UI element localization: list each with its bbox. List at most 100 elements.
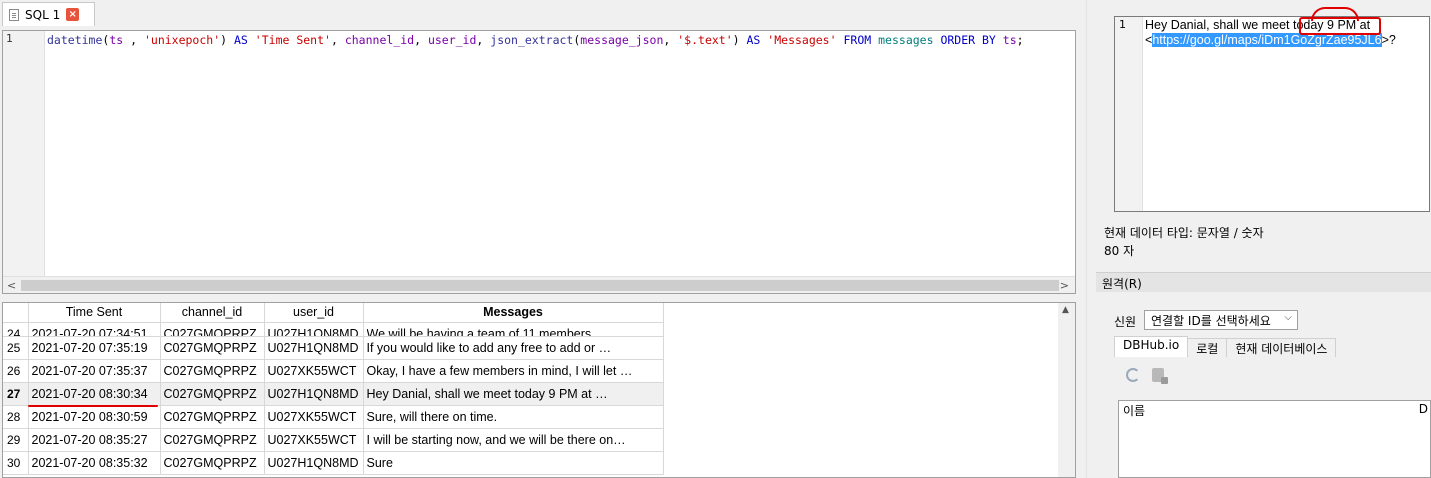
document-icon — [9, 8, 19, 21]
scrollbar-thumb[interactable] — [21, 280, 1059, 291]
cell-user-id[interactable]: U027XK55WCT — [264, 428, 364, 452]
sql-token: , — [414, 33, 428, 47]
scroll-left-icon[interactable]: < — [7, 279, 16, 292]
cell-user-id[interactable]: U027H1QN8MD — [264, 451, 364, 475]
sql-token: , — [123, 33, 144, 47]
tab-label: SQL 1 — [25, 7, 61, 22]
sql-editor[interactable]: 1 datetime(ts , 'unixepoch') AS 'Time Se… — [2, 30, 1076, 294]
sql-token: channel_id — [344, 33, 415, 47]
cell-value-editor[interactable]: 1 Hey Danial, shall we meet today 9 PM a… — [1114, 7, 1430, 212]
results-grid[interactable]: Time Sent channel_id user_id Messages 24… — [2, 302, 1076, 478]
sql-token: ; — [1016, 33, 1024, 47]
table-row[interactable]: 30 2021-07-20 08:35:32 C027GMQPRPZ U027H… — [3, 451, 664, 475]
scroll-right-icon[interactable]: > — [1060, 279, 1069, 292]
cell-message[interactable]: Sure — [363, 451, 664, 475]
sql-token: 'Time Sent' — [254, 33, 331, 47]
cell-message[interactable]: I will be starting now, and we will be t… — [363, 428, 664, 452]
chevron-down-icon: ⌵ — [1284, 312, 1292, 323]
results-table: Time Sent channel_id user_id Messages 24… — [3, 303, 664, 475]
sql-token: message_json — [580, 33, 664, 47]
cell-message[interactable]: Hey Danial, shall we meet today 9 PM at … — [363, 382, 664, 406]
tab-current-database[interactable]: 현재 데이터베이스 — [1226, 338, 1337, 357]
identity-select[interactable]: 연결할 ID를 선택하세요 ⌵ — [1144, 310, 1298, 330]
remote-panel-header[interactable]: 원격(R) — [1096, 272, 1431, 292]
row-number: 26 — [3, 359, 29, 383]
column-header-user-id[interactable]: user_id — [264, 303, 364, 323]
cell-time-sent[interactable]: 2021-07-20 08:30:34 — [28, 382, 161, 406]
column-header-channel-id[interactable]: channel_id — [160, 303, 265, 323]
sql-token: messages — [878, 33, 934, 47]
cell-text-line-2: <https://goo.gl/maps/iDm1GoZgrZae95JL6>? — [1145, 33, 1396, 47]
cell-channel-id[interactable]: C027GMQPRPZ — [160, 405, 265, 429]
tab-local[interactable]: 로컬 — [1187, 338, 1228, 357]
results-vertical-scrollbar[interactable]: ▲ — [1058, 303, 1075, 477]
cell-time-sent[interactable]: 2021-07-20 07:35:19 — [28, 336, 161, 360]
cell-message[interactable]: We will be having a team of 11 members … — [363, 322, 664, 337]
refresh-icon[interactable] — [1126, 368, 1140, 382]
identity-label: 신원 — [1114, 315, 1137, 329]
cell-user-id[interactable]: U027XK55WCT — [264, 405, 364, 429]
sql-token: ORDER BY — [940, 33, 996, 47]
data-type-label: 현재 데이터 타입: 문자열 / 숫자 — [1104, 226, 1264, 240]
row-number: 27 — [3, 382, 29, 406]
row-number: 25 — [3, 336, 29, 360]
table-row[interactable]: 29 2021-07-20 08:35:27 C027GMQPRPZ U027X… — [3, 428, 664, 452]
sql-token: 'unixepoch' — [143, 33, 221, 47]
sql-token: ts — [109, 33, 124, 47]
database-clone-icon[interactable] — [1152, 368, 1168, 384]
cell-time-sent[interactable]: 2021-07-20 08:35:27 — [28, 428, 161, 452]
cell-time-sent[interactable]: 2021-07-20 07:35:37 — [28, 359, 161, 383]
table-row[interactable]: 24 2021-07-20 07:34:51 C027GMQPRPZ U027H… — [3, 322, 664, 337]
cell-message[interactable]: Sure, will there on time. — [363, 405, 664, 429]
sql-token: AS — [746, 33, 761, 47]
cell-time-sent[interactable]: 2021-07-20 08:35:32 — [28, 451, 161, 475]
annotation-underline — [28, 405, 158, 407]
cell-channel-id[interactable]: C027GMQPRPZ — [160, 382, 265, 406]
selected-url[interactable]: https://goo.gl/maps/iDm1GoZgrZae95JL6 — [1152, 33, 1382, 47]
cell-channel-id[interactable]: C027GMQPRPZ — [160, 322, 265, 337]
cell-message[interactable]: If you would like to add any free to add… — [363, 336, 664, 360]
cell-user-id[interactable]: U027H1QN8MD — [264, 336, 364, 360]
column-header-2[interactable]: D — [1419, 402, 1428, 416]
remote-list[interactable]: 이름 D — [1118, 400, 1431, 478]
row-number: 24 — [3, 322, 29, 337]
scroll-up-icon[interactable]: ▲ — [1062, 305, 1069, 315]
sql-token: ts — [1002, 33, 1017, 47]
cell-user-id[interactable]: U027H1QN8MD — [264, 322, 364, 337]
sql-token: FROM — [843, 33, 872, 47]
row-number-header — [3, 303, 29, 323]
cell-channel-id[interactable]: C027GMQPRPZ — [160, 428, 265, 452]
cell-user-id[interactable]: U027H1QN8MD — [264, 382, 364, 406]
table-row[interactable]: 25 2021-07-20 07:35:19 C027GMQPRPZ U027H… — [3, 336, 664, 360]
sql-code[interactable]: datetime(ts , 'unixepoch') AS 'Time Sent… — [47, 33, 1024, 48]
panel-divider[interactable] — [1086, 0, 1087, 478]
row-number: 30 — [3, 451, 29, 475]
sql-token: , — [330, 33, 345, 47]
sql-token: ) — [732, 33, 747, 47]
table-row[interactable]: 26 2021-07-20 07:35:37 C027GMQPRPZ U027X… — [3, 359, 664, 383]
table-row-selected[interactable]: 27 2021-07-20 08:30:34 C027GMQPRPZ U027H… — [3, 382, 664, 406]
column-header-messages[interactable]: Messages — [363, 303, 664, 323]
remote-toolbar — [1126, 368, 1168, 384]
table-row[interactable]: 28 2021-07-20 08:30:59 C027GMQPRPZ U027X… — [3, 405, 664, 429]
identity-select-value: 연결할 ID를 선택하세요 — [1151, 314, 1271, 328]
cell-channel-id[interactable]: C027GMQPRPZ — [160, 359, 265, 383]
tab-dbhub[interactable]: DBHub.io — [1114, 336, 1189, 357]
cell-channel-id[interactable]: C027GMQPRPZ — [160, 336, 265, 360]
cell-user-id[interactable]: U027XK55WCT — [264, 359, 364, 383]
editor-horizontal-scrollbar[interactable]: < > — [3, 276, 1075, 293]
cell-time-sent[interactable]: 2021-07-20 07:34:51 — [28, 322, 161, 337]
tab-sql-1[interactable]: SQL 1 × — [2, 2, 95, 26]
column-header-name[interactable]: 이름 — [1123, 402, 1145, 419]
cell-time-sent[interactable]: 2021-07-20 08:30:59 — [28, 405, 161, 429]
sql-token: datetime — [47, 33, 103, 47]
cell-channel-id[interactable]: C027GMQPRPZ — [160, 451, 265, 475]
cell-message[interactable]: Okay, I have a few members in mind, I wi… — [363, 359, 664, 383]
line-number: 1 — [6, 32, 13, 45]
sql-token: json_extract — [490, 33, 574, 47]
close-tab-icon[interactable]: × — [66, 8, 80, 21]
row-number: 28 — [3, 405, 29, 429]
column-header-time-sent[interactable]: Time Sent — [28, 303, 161, 323]
